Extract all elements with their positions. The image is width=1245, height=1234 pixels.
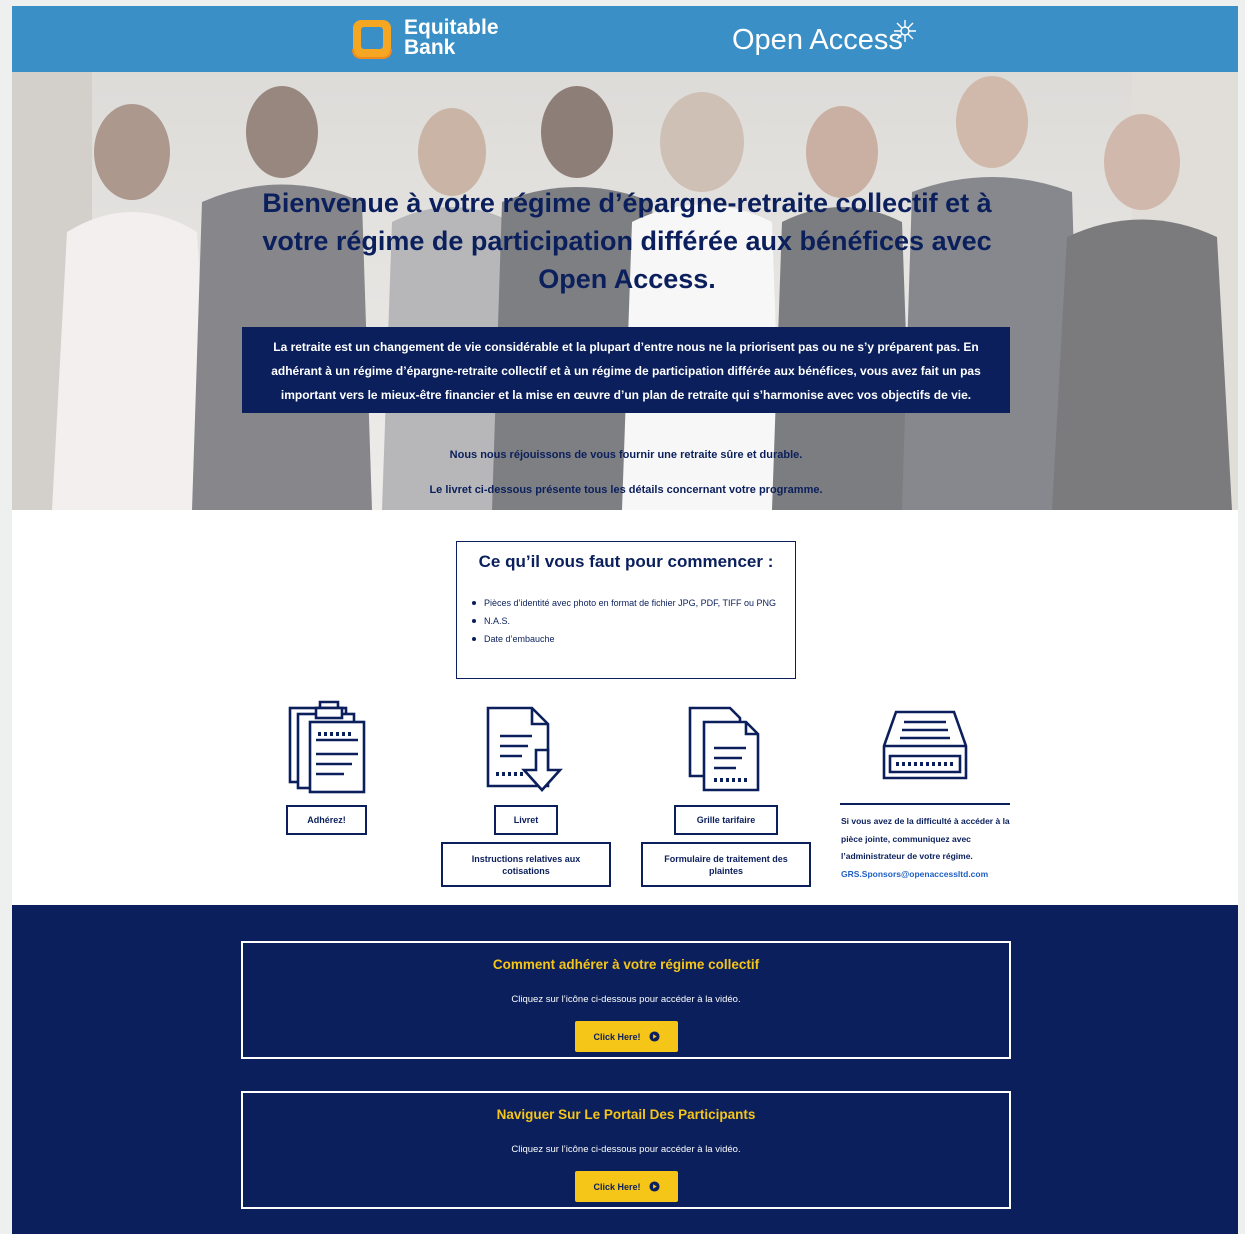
requirements-card: Ce qu’il vous faut pour commencer : Pièc… [456,541,796,679]
video-click-here-button[interactable]: Click Here! [575,1021,678,1052]
equitable-bank-wordmark: Equitable Bank [404,16,499,59]
booklet-button[interactable]: Livret [494,805,558,835]
bank-logo-line2: Bank [404,36,456,59]
hero-line-2: Le livret ci-dessous présente tous les d… [429,484,823,496]
flower-icon [894,20,916,42]
help-message: Si vous avez de la difficulté à accéder … [841,816,1010,861]
equitable-bank-logo-icon [352,20,392,59]
equitable-bank-logo[interactable]: Equitable Bank [352,16,522,62]
hero-intro-box: La retraite est un changement de vie con… [242,327,1010,413]
hero-title: Bienvenue à votre régime d’épargne-retra… [262,188,992,294]
complaint-form-button[interactable]: Formulaire de traitement des plaintes [641,842,811,887]
hero-line-1: Nous nous réjouissons de vous fournir un… [449,449,803,461]
video-title: Naviguer Sur Le Portail Des Participants [496,1107,756,1122]
requirements-list: Pièces d’identité avec photo en format d… [471,594,781,648]
open-access-logo[interactable]: Open Access [732,20,903,60]
video-card-join: Comment adhérer à votre régime collectif… [241,941,1011,1059]
video-subtitle: Cliquez sur l’icône ci-dessous pour accé… [511,994,741,1005]
header-bar: Equitable Bank Open Access [12,6,1238,72]
requirement-item: Pièces d’identité avec photo en format d… [471,594,781,612]
play-icon [648,1181,660,1192]
clipboard-icon[interactable] [282,700,372,794]
requirement-item: Date d’embauche [471,630,781,648]
inbox-tray-icon[interactable] [880,706,970,800]
bank-logo-line1: Equitable [404,16,499,39]
video-button-label: Click Here! [593,1181,641,1192]
join-button[interactable]: Adhérez! [286,805,367,835]
page: Equitable Bank Open Access Bienvenue à v… [12,6,1238,1234]
video-section: Comment adhérer à votre régime collectif… [12,905,1238,1234]
video-click-here-button[interactable]: Click Here! [575,1171,678,1202]
documents-icon[interactable] [684,704,774,798]
help-email-link[interactable]: GRS.Sponsors@openaccessltd.com [841,866,1016,884]
requirement-item: N.A.S. [471,612,781,630]
contribution-instructions-button[interactable]: Instructions relatives aux cotisations [441,842,611,887]
video-title: Comment adhérer à votre régime collectif [492,957,760,972]
requirements-title: Ce qu’il vous faut pour commencer : [478,552,774,571]
help-divider [840,803,1010,805]
video-subtitle: Cliquez sur l’icône ci-dessous pour accé… [511,1144,741,1155]
video-button-label: Click Here! [593,1031,641,1042]
rate-grid-button[interactable]: Grille tarifaire [674,805,778,835]
video-card-portal: Naviguer Sur Le Portail Des Participants… [241,1091,1011,1209]
help-text: Si vous avez de la difficulté à accéder … [841,813,1016,883]
document-download-icon[interactable] [482,704,572,798]
hero-section: Bienvenue à votre régime d’épargne-retra… [12,72,1238,510]
play-icon [648,1031,660,1042]
